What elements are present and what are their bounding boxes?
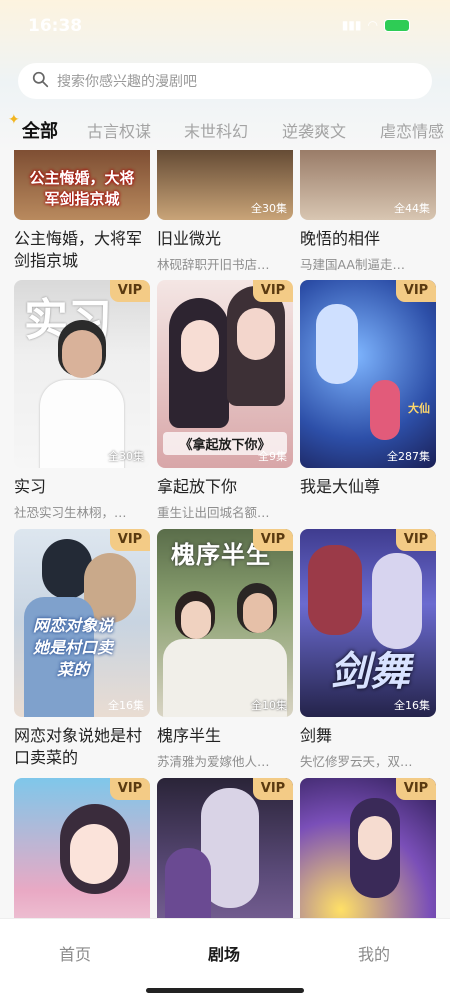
figure-face	[62, 330, 102, 378]
figure-character	[165, 848, 211, 918]
figure-character-small	[370, 380, 400, 440]
search-icon	[32, 71, 49, 92]
drama-cover: 槐序半生 VIP 全10集	[157, 529, 293, 717]
tab-scifi[interactable]: 末世科幻	[184, 118, 248, 142]
drama-card[interactable]: 实习 VIP 全30集 实习 社恐实习生林栩，…	[14, 280, 150, 521]
episode-count: 全9集	[258, 450, 287, 463]
drama-card[interactable]: 网恋对象说她是村口卖菜的 VIP 全16集 网恋对象说她是村口卖菜的	[14, 529, 150, 769]
figure-face-right	[237, 308, 275, 360]
drama-desc: 林砚辞职开旧书店…	[157, 257, 270, 272]
nav-mine[interactable]: 我的	[358, 941, 390, 965]
drama-title: 晚悟的相伴	[300, 229, 381, 248]
signal-icon: ▮▮▮	[341, 18, 362, 32]
drama-title: 公主悔婚，大将军剑指京城	[14, 229, 143, 270]
cover-title-text: 大仙	[408, 402, 430, 415]
drama-cover: 《拿起放下你》 VIP 全9集	[157, 280, 293, 468]
drama-cover: 全44集	[300, 150, 436, 220]
tab-ancient-romance[interactable]: 古言权谋	[87, 118, 151, 142]
drama-cover: 网恋对象说她是村口卖菜的 VIP 全16集	[14, 529, 150, 717]
figure-face-left	[181, 601, 211, 639]
tab-comeback[interactable]: 逆袭爽文	[282, 118, 346, 142]
battery-icon	[384, 18, 410, 32]
vip-badge: VIP	[253, 778, 293, 800]
vip-badge: VIP	[253, 280, 293, 302]
figure-face-left	[181, 320, 219, 372]
drama-cover: 公主悔婚，大将军剑指京城	[14, 150, 150, 220]
drama-card[interactable]: 剑舞 VIP 全16集 剑舞 失忆修罗云天，双…	[300, 529, 436, 770]
wifi-icon: ◠	[367, 18, 378, 32]
sparkle-icon: ✦	[8, 112, 20, 128]
drama-card[interactable]: 大仙 VIP 全287集 我是大仙尊	[300, 280, 436, 498]
search-bar[interactable]: 搜索你感兴趣的漫剧吧	[18, 63, 432, 99]
drama-cover: 全30集	[157, 150, 293, 220]
drama-title: 拿起放下你	[157, 477, 238, 496]
drama-title: 我是大仙尊	[300, 477, 381, 496]
drama-card[interactable]: 全44集 晚悟的相伴 马建国AA制逼走…	[300, 150, 436, 273]
episode-count: 全10集	[251, 699, 287, 712]
drama-cover: 实习 VIP 全30集	[14, 280, 150, 468]
figure-face	[358, 816, 392, 860]
figure-character	[308, 545, 362, 635]
drama-card[interactable]: 全30集 旧业微光 林砚辞职开旧书店…	[157, 150, 293, 273]
vip-badge: VIP	[396, 778, 436, 800]
status-bar: 16:38 ▮▮▮ ◠	[0, 0, 450, 50]
cover-title-text: 网恋对象说她是村口卖菜的	[32, 616, 113, 679]
episode-count: 全16集	[394, 699, 430, 712]
tab-all[interactable]: 全部	[22, 117, 58, 143]
episode-count: 全30集	[108, 450, 144, 463]
drama-card[interactable]: VIP	[300, 778, 436, 918]
nav-theater[interactable]: 剧场	[208, 941, 240, 965]
cover-title-text: 剑舞	[330, 649, 410, 695]
drama-desc: 失忆修罗云天，双…	[300, 754, 413, 769]
drama-cover: 大仙 VIP 全287集	[300, 280, 436, 468]
drama-card[interactable]: VIP	[14, 778, 150, 918]
episode-count: 全287集	[387, 450, 430, 463]
drama-cover: VIP	[300, 778, 436, 918]
drama-title: 实习	[14, 477, 47, 496]
vip-badge: VIP	[396, 280, 436, 302]
figure-character	[372, 553, 422, 649]
status-time: 16:38	[28, 16, 83, 36]
drama-cover: VIP	[157, 778, 293, 918]
status-icons: ▮▮▮ ◠	[342, 18, 410, 32]
drama-card[interactable]: 《拿起放下你》 VIP 全9集 拿起放下你 重生让出回城名额…	[157, 280, 293, 521]
figure-face-right	[243, 593, 273, 633]
drama-cover: 剑舞 VIP 全16集	[300, 529, 436, 717]
drama-desc: 重生让出回城名额…	[157, 505, 270, 520]
drama-desc: 马建国AA制逼走…	[300, 257, 405, 272]
drama-desc: 社恐实习生林栩，…	[14, 505, 127, 520]
drama-card[interactable]: VIP	[157, 778, 293, 918]
vip-badge: VIP	[110, 280, 150, 302]
search-placeholder: 搜索你感兴趣的漫剧吧	[57, 74, 197, 90]
drama-title: 剑舞	[300, 726, 333, 745]
home-indicator[interactable]	[146, 988, 304, 993]
drama-cover: VIP	[14, 778, 150, 918]
vip-badge: VIP	[110, 778, 150, 800]
category-tabs: ✦ 全部 古言权谋 末世科幻 逆袭爽文 虐恋情感	[0, 112, 450, 148]
tab-drama[interactable]: 虐恋情感	[380, 118, 444, 142]
vip-badge: VIP	[110, 529, 150, 551]
drama-title: 槐序半生	[157, 726, 222, 745]
cover-title-text: 公主悔婚，大将军剑指京城	[29, 169, 135, 208]
episode-count: 全44集	[394, 202, 430, 215]
figure-face	[70, 824, 118, 884]
drama-title: 网恋对象说她是村口卖菜的	[14, 726, 143, 767]
drama-card[interactable]: 槐序半生 VIP 全10集 槐序半生 苏清雅为爱嫁他人…	[157, 529, 293, 770]
nav-home[interactable]: 首页	[59, 941, 91, 965]
vip-badge: VIP	[396, 529, 436, 551]
drama-title: 旧业微光	[157, 229, 222, 248]
drama-grid: 公主悔婚，大将军剑指京城 公主悔婚，大将军剑指京城 全30集 旧业微光 林砚辞职…	[0, 150, 450, 918]
episode-count: 全16集	[108, 699, 144, 712]
drama-desc: 苏清雅为爱嫁他人…	[157, 754, 270, 769]
figure-character	[316, 304, 358, 384]
episode-count: 全30集	[251, 202, 287, 215]
drama-card[interactable]: 公主悔婚，大将军剑指京城 公主悔婚，大将军剑指京城	[14, 150, 150, 272]
vip-badge: VIP	[253, 529, 293, 551]
